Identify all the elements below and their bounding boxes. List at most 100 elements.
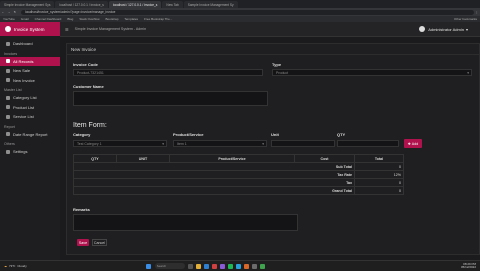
add-item-button[interactable]: ✚ Add: [404, 139, 422, 148]
task-view-icon[interactable]: [188, 263, 194, 269]
vscode-icon[interactable]: [236, 263, 242, 269]
chevron-down-icon: ▾: [162, 141, 164, 146]
sidebar-item-product-list[interactable]: Product List: [0, 103, 60, 113]
sidebar-item-service-list[interactable]: Service List: [0, 112, 60, 122]
table-row: Sub Total 0: [73, 162, 404, 171]
bookmark[interactable]: Gmail: [21, 17, 29, 21]
sidebar-item-new-invoice[interactable]: New Invoice: [0, 76, 60, 86]
menu-icon[interactable]: ⋮: [474, 10, 480, 14]
summary-value: 0: [354, 186, 404, 195]
file-explorer-icon[interactable]: [196, 263, 202, 269]
unit-label: Unit: [271, 132, 279, 137]
cancel-button[interactable]: Cancel: [92, 239, 107, 246]
card-title: New Invoice: [67, 44, 479, 55]
column-header: Product/Service: [169, 154, 295, 163]
qty-label: QTY: [337, 132, 346, 137]
category-select[interactable]: Test Category 1 ▾: [73, 140, 167, 147]
table-header-row: QTY UNIT Product/Service Cost Total: [73, 154, 404, 163]
sidebar-item-category-list[interactable]: Category List: [0, 93, 60, 103]
chevron-down-icon: ▾: [467, 70, 469, 75]
brand[interactable]: Invoice System: [0, 22, 60, 36]
edge-icon[interactable]: [204, 263, 210, 269]
items-table: QTY UNIT Product/Service Cost Total Sub …: [73, 154, 404, 195]
spotify-icon[interactable]: [228, 263, 234, 269]
type-select[interactable]: Product ▾: [272, 69, 472, 76]
category-icon: [6, 95, 10, 100]
reload-icon[interactable]: ↻: [12, 10, 18, 14]
list-icon: [6, 59, 10, 64]
calendar-icon: [6, 132, 10, 137]
browser-tab[interactable]: New Tab: [162, 1, 183, 8]
sidebar-item-settings[interactable]: Settings: [0, 147, 60, 157]
sidebar-item-report[interactable]: Date Range Report: [0, 130, 60, 140]
sidebar-item-new-sale[interactable]: New Sale: [0, 66, 60, 76]
windows-start-icon[interactable]: [146, 263, 152, 269]
app-icon[interactable]: [220, 263, 226, 269]
plus-icon: [6, 78, 10, 83]
customer-name-field[interactable]: [73, 91, 268, 106]
invoice-code-label: Invoice Code: [73, 62, 98, 67]
qty-field[interactable]: [337, 140, 399, 147]
dashboard-icon: [6, 41, 10, 46]
column-header: Total: [354, 154, 404, 163]
type-label: Type: [272, 62, 282, 67]
summary-value: 0: [354, 162, 404, 171]
product-icon: [6, 105, 10, 110]
user-menu[interactable]: Administrator Admin ▾: [419, 26, 468, 32]
bookmark[interactable]: Bootstrap: [106, 17, 119, 21]
top-navbar: ☰ Simple Invoice Management System - Adm…: [60, 22, 480, 37]
table-row: Tax Rate 12%: [73, 170, 404, 179]
url-input[interactable]: localhost/invoice_system/admin/?page=inv…: [21, 9, 474, 15]
logo-icon: [5, 26, 11, 32]
bookmark[interactable]: Other bookmarks: [454, 17, 477, 21]
customer-label: Customer Name: [73, 84, 104, 89]
app-icon[interactable]: [252, 263, 258, 269]
unit-field[interactable]: [271, 140, 335, 147]
invoice-card: New Invoice Invoice Code Product-7321451…: [66, 43, 480, 255]
browser-tab[interactable]: localhost / 127.0.0.1 / invoice_s: [55, 1, 108, 8]
remarks-textarea[interactable]: [73, 214, 298, 231]
hamburger-icon[interactable]: ☰: [65, 27, 69, 32]
chrome-icon[interactable]: [212, 263, 218, 269]
sidebar-item-dashboard[interactable]: Dashboard: [0, 39, 60, 49]
bookmark[interactable]: Stack Overflow: [79, 17, 99, 21]
browser-tab[interactable]: Sample Invoice Management Sy: [183, 1, 238, 8]
taskbar-search[interactable]: Search: [154, 263, 185, 269]
invoice-code-field[interactable]: Product-7321451: [73, 69, 263, 76]
date: 05/12/2022: [460, 265, 476, 269]
plus-icon: [6, 68, 10, 73]
weather-icon: ☁: [4, 264, 7, 268]
summary-value: 12%: [354, 170, 404, 179]
sidebar-section: Report: [4, 124, 15, 129]
table-row: Grand Total 0: [73, 186, 404, 195]
bookmark[interactable]: Templates: [124, 17, 138, 21]
summary-label: Grand Total: [73, 186, 355, 195]
brand-title: Invoice System: [14, 26, 45, 32]
product-select[interactable]: Item 1 ▾: [173, 140, 267, 147]
gear-icon: [6, 149, 10, 154]
summary-label: Tax: [73, 178, 355, 187]
bookmark[interactable]: Blog: [67, 17, 73, 21]
bookmark[interactable]: YouTube: [3, 17, 15, 21]
chevron-down-icon: ▾: [465, 26, 468, 32]
weather-temp: 73°F: [9, 264, 16, 268]
chevron-down-icon: ▾: [262, 141, 264, 146]
app-icon[interactable]: [244, 263, 250, 269]
save-button[interactable]: Save: [77, 239, 89, 246]
browser-tab[interactable]: Simple Invoice Management Sys: [0, 1, 55, 8]
sidebar: Invoice System Dashboard Invoices All Re…: [0, 22, 61, 260]
main-content: New Invoice Invoice Code Product-7321451…: [60, 37, 480, 260]
bookmark[interactable]: Channel Dashboard: [35, 17, 62, 21]
sidebar-section: Others: [4, 142, 15, 146]
windows-taskbar: ☁ 73°F Cloudy Search 08:29 PM 05/12/2022: [0, 260, 480, 271]
app-title: Simple Invoice Management System - Admin: [74, 27, 147, 31]
bookmark[interactable]: Free Bootstrap The...: [144, 17, 172, 21]
clock[interactable]: 08:29 PM 05/12/2022: [460, 262, 476, 270]
item-form-title: Item Form:: [73, 122, 107, 129]
app-icon[interactable]: [260, 263, 266, 269]
user-name: Administrator Admin: [428, 26, 464, 32]
column-header: Cost: [294, 154, 355, 163]
sidebar-item-all-records[interactable]: All Records: [0, 56, 60, 66]
remarks-label: Remarks: [73, 207, 90, 212]
browser-tab[interactable]: localhost / 127.0.0.1 / invoice_s: [108, 1, 162, 8]
